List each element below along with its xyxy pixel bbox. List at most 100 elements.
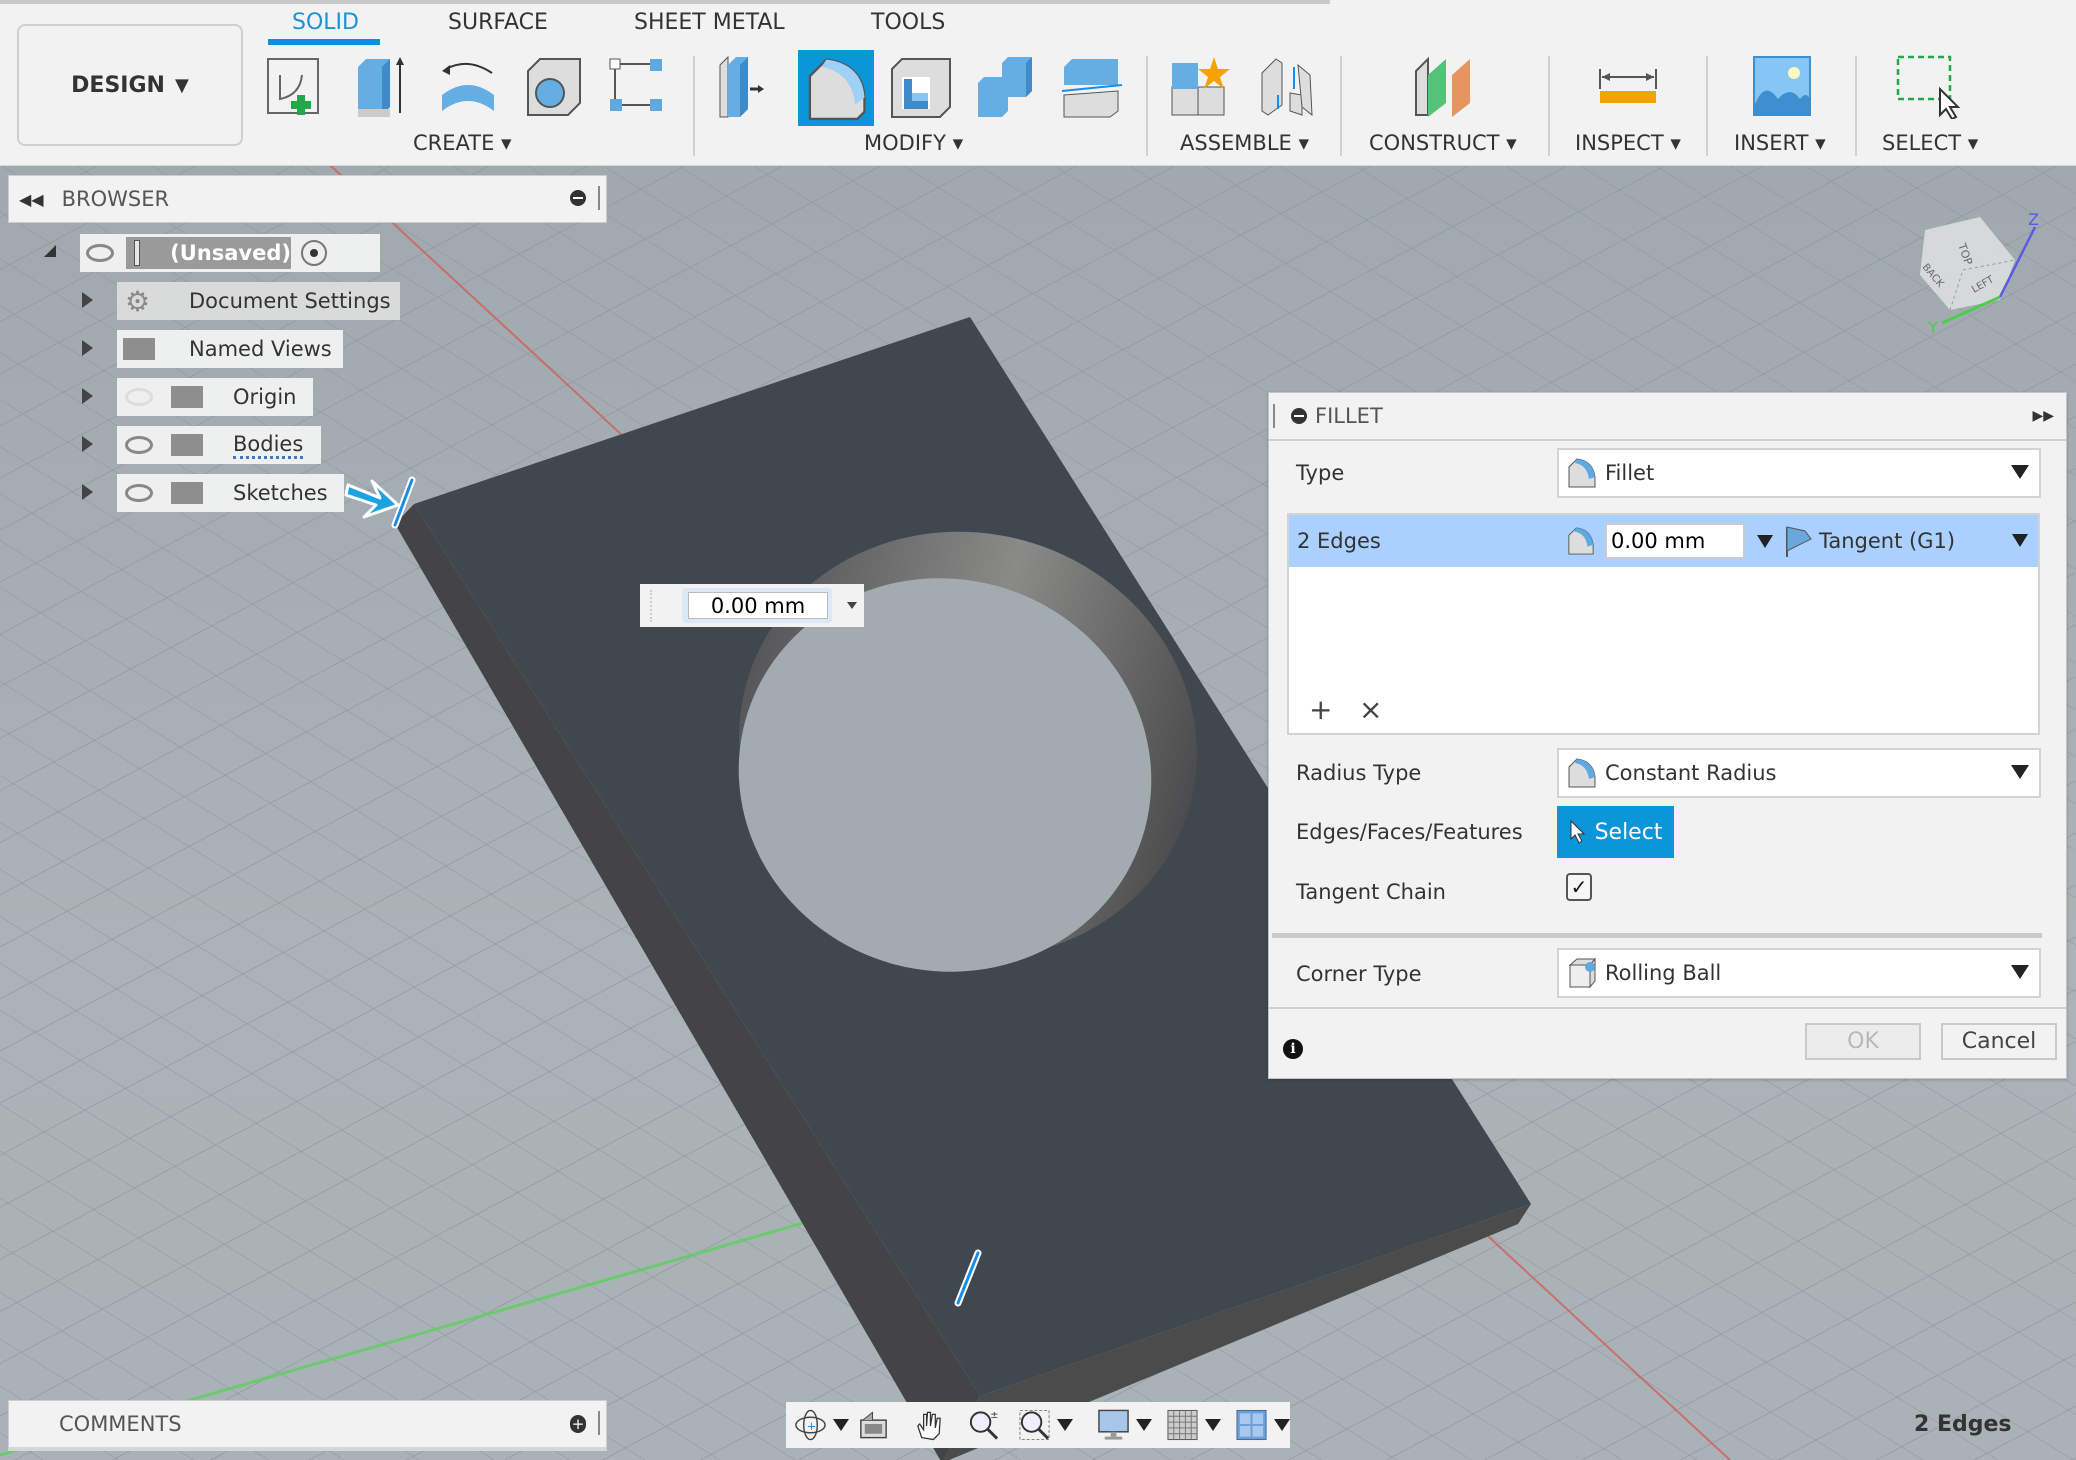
folder-icon [171, 434, 203, 456]
inspect-menu[interactable]: INSPECT ▾ [1575, 131, 1681, 155]
revolve-icon[interactable] [436, 55, 500, 119]
browser-item-origin[interactable]: Origin [117, 378, 313, 416]
selection-status: 2 Edges [1914, 1412, 2012, 1437]
tab-surface[interactable]: SURFACE [448, 10, 548, 35]
drag-handle[interactable] [1273, 404, 1275, 428]
browser-item-label: Document Settings [189, 289, 391, 313]
cancel-button[interactable]: Cancel [1941, 1023, 2057, 1060]
collapse-panel-icon[interactable]: ◀◀ [19, 190, 44, 209]
zoom-chevron-icon[interactable] [1057, 1419, 1073, 1431]
view-cube[interactable]: TOP BACK LEFT Z Y [1900, 205, 2040, 335]
constant-radius-icon [1568, 758, 1596, 788]
corner-type-select[interactable]: Rolling Ball [1557, 948, 2041, 998]
svg-text:±: ± [990, 1410, 998, 1421]
add-edge-set-button[interactable]: + [1309, 693, 1332, 726]
expand-arrow-icon[interactable] [82, 388, 93, 404]
fillet-dialog-header[interactable]: FILLET ▶▶ [1269, 393, 2066, 441]
orbit-chevron-icon[interactable] [833, 1419, 849, 1431]
grid-icon[interactable] [1166, 1408, 1199, 1442]
fillet-icon[interactable] [798, 50, 874, 126]
joint-icon[interactable] [1254, 55, 1318, 119]
select-edges-button[interactable]: Select [1557, 806, 1674, 858]
corner-type-label: Corner Type [1296, 962, 1422, 986]
continuity-chevron-icon[interactable] [2012, 534, 2028, 547]
eye-icon[interactable] [86, 244, 114, 262]
display-chevron-icon[interactable] [1136, 1419, 1152, 1431]
zoom-icon[interactable]: ± [967, 1408, 1000, 1442]
combine-icon[interactable] [974, 55, 1038, 119]
eye-icon[interactable] [125, 484, 153, 502]
edge-set-row[interactable]: 2 Edges Tangent (G1) [1289, 515, 2038, 567]
fillet-dialog: FILLET ▶▶ Type Fillet 2 Edges Tangent (G… [1268, 392, 2067, 1079]
expand-arrow-icon[interactable] [82, 436, 93, 452]
look-at-icon[interactable] [857, 1408, 890, 1442]
browser-item-named-views[interactable]: Named Views [117, 330, 343, 368]
browser-item-label: Origin [233, 385, 297, 409]
minimize-icon[interactable] [1291, 408, 1307, 424]
info-icon[interactable]: i [1283, 1039, 1303, 1059]
chevron-down-icon [2011, 765, 2029, 779]
chevron-down-icon [2011, 965, 2029, 979]
measure-icon[interactable] [1596, 55, 1660, 119]
folder-icon [171, 386, 203, 408]
fit-icon[interactable] [1018, 1408, 1051, 1442]
orbit-icon[interactable]: + [794, 1408, 827, 1442]
workspace-switcher[interactable]: DESIGN ▼ [17, 24, 243, 146]
create-menu[interactable]: CREATE ▾ [413, 131, 512, 155]
split-body-icon[interactable] [1060, 55, 1124, 119]
floating-radius-input-box [640, 584, 864, 627]
add-comment-icon[interactable]: + [570, 1415, 586, 1433]
assemble-menu[interactable]: ASSEMBLE ▾ [1180, 131, 1309, 155]
modify-menu[interactable]: MODIFY ▾ [864, 131, 963, 155]
drag-grip-icon[interactable] [650, 590, 656, 622]
panel-resize-handle[interactable] [598, 186, 600, 210]
remove-edge-set-button[interactable]: × [1359, 693, 1382, 726]
grid-chevron-icon[interactable] [1205, 1419, 1221, 1431]
panel-resize-handle[interactable] [598, 1411, 600, 1435]
extrude-icon[interactable] [350, 55, 414, 119]
expand-arrow-icon[interactable] [82, 340, 93, 356]
fillet-type-icon [1568, 458, 1596, 488]
select-menu[interactable]: SELECT ▾ [1882, 131, 1978, 155]
activate-radio[interactable] [301, 240, 327, 266]
viewports-icon[interactable] [1235, 1408, 1268, 1442]
pan-icon[interactable] [912, 1408, 945, 1442]
tab-sheet-metal[interactable]: SHEET METAL [634, 10, 785, 35]
expand-arrow-icon[interactable] [82, 484, 93, 500]
browser-item-document-settings[interactable]: ⚙ Document Settings [117, 282, 400, 320]
eye-hidden-icon[interactable] [125, 388, 153, 406]
insert-menu[interactable]: INSERT ▾ [1734, 131, 1826, 155]
tab-tools[interactable]: TOOLS [871, 10, 945, 35]
collapse-arrow-icon[interactable] [44, 245, 56, 257]
type-select[interactable]: Fillet [1557, 448, 2041, 498]
ok-button[interactable]: OK [1805, 1023, 1921, 1060]
viewports-chevron-icon[interactable] [1274, 1419, 1290, 1431]
browser-root-node[interactable]: (Unsaved) [80, 234, 380, 272]
offset-plane-icon[interactable] [1410, 55, 1474, 119]
floating-radius-input[interactable] [688, 592, 828, 619]
press-pull-icon[interactable] [716, 55, 780, 119]
tangent-chain-checkbox[interactable]: ✓ [1566, 873, 1592, 901]
tab-solid[interactable]: SOLID [292, 10, 359, 35]
radius-input[interactable] [1605, 523, 1745, 559]
new-component-icon[interactable] [1168, 55, 1232, 119]
chevron-down-icon[interactable] [847, 602, 857, 609]
create-sketch-icon[interactable] [264, 55, 328, 119]
eye-icon[interactable] [125, 436, 153, 454]
continuity-value[interactable]: Tangent (G1) [1819, 529, 1955, 553]
shell-icon[interactable] [888, 55, 952, 119]
expand-arrow-icon[interactable] [82, 292, 93, 308]
display-settings-icon[interactable] [1097, 1408, 1130, 1442]
radius-type-select[interactable]: Constant Radius [1557, 748, 2041, 798]
radius-chevron-icon[interactable] [1757, 534, 1773, 548]
minimize-icon[interactable] [570, 190, 586, 206]
pattern-icon[interactable] [606, 55, 670, 119]
window-select-icon[interactable] [1896, 55, 1961, 121]
expand-dialog-icon[interactable]: ▶▶ [2032, 408, 2054, 424]
browser-item-bodies[interactable]: Bodies [117, 426, 321, 464]
hole-icon[interactable] [522, 55, 586, 119]
root-label-box[interactable]: (Unsaved) [126, 237, 291, 269]
insert-image-icon[interactable] [1750, 55, 1814, 119]
browser-item-sketches[interactable]: Sketches [117, 474, 344, 512]
construct-menu[interactable]: CONSTRUCT ▾ [1369, 131, 1517, 155]
